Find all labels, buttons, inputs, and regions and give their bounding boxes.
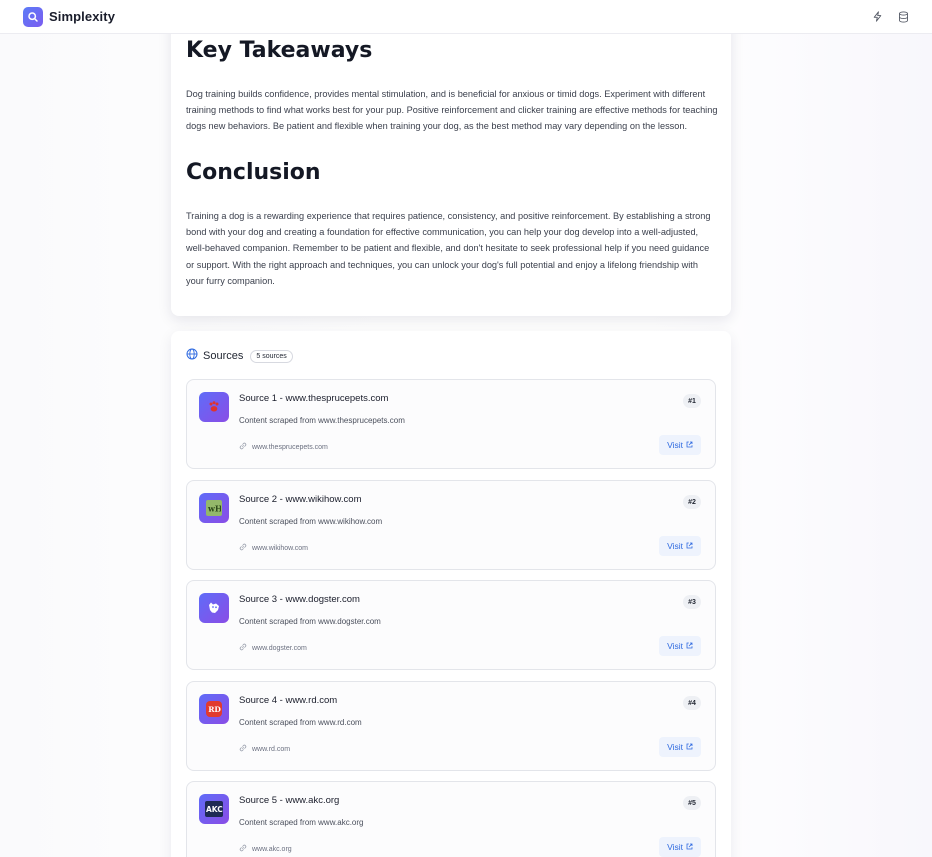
- visit-label: Visit: [667, 742, 683, 752]
- source-url-text[interactable]: www.wikihow.com: [252, 545, 308, 552]
- globe-icon: [186, 347, 198, 365]
- favicon-container: wH: [199, 493, 229, 523]
- dogster-icon: [206, 600, 222, 616]
- source-number-badge: #5: [683, 796, 701, 810]
- source-url: www.rd.com: [239, 744, 290, 754]
- link-icon: [239, 442, 247, 452]
- wikihow-icon: wH: [206, 500, 222, 516]
- sources-title: Sources: [203, 350, 244, 362]
- source-title: Source 3 - www.dogster.com: [239, 594, 360, 605]
- source-url-text[interactable]: www.dogster.com: [252, 645, 307, 652]
- source-item[interactable]: wH Source 2 - www.wikihow.com Content sc…: [186, 480, 716, 570]
- favicon-container: RD: [199, 694, 229, 724]
- source-url-text[interactable]: www.thesprucepets.com: [252, 444, 328, 451]
- takeaways-heading: Key Takeaways: [186, 38, 373, 63]
- favicon-container: [199, 392, 229, 422]
- source-url: www.dogster.com: [239, 643, 307, 653]
- link-icon: [239, 844, 247, 854]
- favicon-container: [199, 593, 229, 623]
- external-link-icon: [686, 641, 693, 651]
- database-icon[interactable]: [896, 10, 910, 24]
- svg-text:wH: wH: [207, 504, 221, 514]
- source-url: www.wikihow.com: [239, 543, 308, 553]
- source-number-badge: #4: [683, 696, 701, 710]
- external-link-icon: [686, 541, 693, 551]
- visit-label: Visit: [667, 842, 683, 852]
- svg-text:AKC: AKC: [206, 805, 223, 814]
- source-url-text[interactable]: www.akc.org: [252, 846, 292, 853]
- external-link-icon: [686, 842, 693, 852]
- source-item[interactable]: RD Source 4 - www.rd.com Content scraped…: [186, 681, 716, 771]
- sources-count-badge: 5 sources: [250, 349, 293, 363]
- search-logo-icon: [23, 6, 43, 27]
- answer-card: Key Takeaways Dog training builds confid…: [171, 0, 731, 316]
- source-description: Content scraped from www.wikihow.com: [239, 517, 383, 526]
- visit-label: Visit: [667, 641, 683, 651]
- source-url: www.akc.org: [239, 844, 292, 854]
- source-description: Content scraped from www.thesprucepets.c…: [239, 416, 405, 425]
- visit-button[interactable]: Visit: [659, 636, 701, 656]
- akc-icon: AKC: [205, 801, 223, 817]
- source-title: Source 4 - www.rd.com: [239, 695, 338, 706]
- external-link-icon: [686, 440, 693, 450]
- svg-text:RD: RD: [208, 705, 221, 714]
- source-title: Source 2 - www.wikihow.com: [239, 494, 362, 505]
- source-item[interactable]: Source 1 - www.thesprucepets.com Content…: [186, 379, 716, 469]
- visit-button[interactable]: Visit: [659, 536, 701, 556]
- visit-label: Visit: [667, 541, 683, 551]
- source-item[interactable]: Source 3 - www.dogster.com Content scrap…: [186, 580, 716, 670]
- external-link-icon: [686, 742, 693, 752]
- source-item[interactable]: AKC Source 5 - www.akc.org Content scrap…: [186, 781, 716, 857]
- rd-icon: RD: [206, 701, 222, 717]
- source-description: Content scraped from www.akc.org: [239, 818, 364, 827]
- link-icon: [239, 643, 247, 653]
- conclusion-paragraph: Training a dog is a rewarding experience…: [186, 211, 711, 286]
- link-icon: [239, 744, 247, 754]
- source-number-badge: #3: [683, 595, 701, 609]
- visit-button[interactable]: Visit: [659, 837, 701, 857]
- source-number-badge: #2: [683, 495, 701, 509]
- source-title: Source 5 - www.akc.org: [239, 795, 340, 806]
- app-name: Simplexity: [49, 9, 116, 24]
- source-title: Source 1 - www.thesprucepets.com: [239, 393, 389, 404]
- source-number-badge: #1: [683, 394, 701, 408]
- brand[interactable]: Simplexity: [23, 6, 116, 27]
- sources-header: Sources 5 sources: [186, 347, 293, 365]
- source-url-text[interactable]: www.rd.com: [252, 746, 290, 753]
- visit-button[interactable]: Visit: [659, 435, 701, 455]
- favicon-container: AKC: [199, 794, 229, 824]
- source-description: Content scraped from www.dogster.com: [239, 617, 381, 626]
- header-actions: [870, 10, 910, 24]
- sources-panel: Sources 5 sources Source 1 - www.thespru…: [171, 331, 731, 857]
- sparkle-icon[interactable]: [870, 10, 884, 24]
- source-description: Content scraped from www.rd.com: [239, 718, 362, 727]
- paw-icon: [206, 399, 222, 415]
- conclusion-heading: Conclusion: [186, 160, 321, 185]
- visit-label: Visit: [667, 440, 683, 450]
- source-url: www.thesprucepets.com: [239, 442, 328, 452]
- top-bar: Simplexity: [0, 0, 932, 34]
- takeaways-paragraph: Dog training builds confidence, provides…: [186, 89, 718, 132]
- link-icon: [239, 543, 247, 553]
- visit-button[interactable]: Visit: [659, 737, 701, 757]
